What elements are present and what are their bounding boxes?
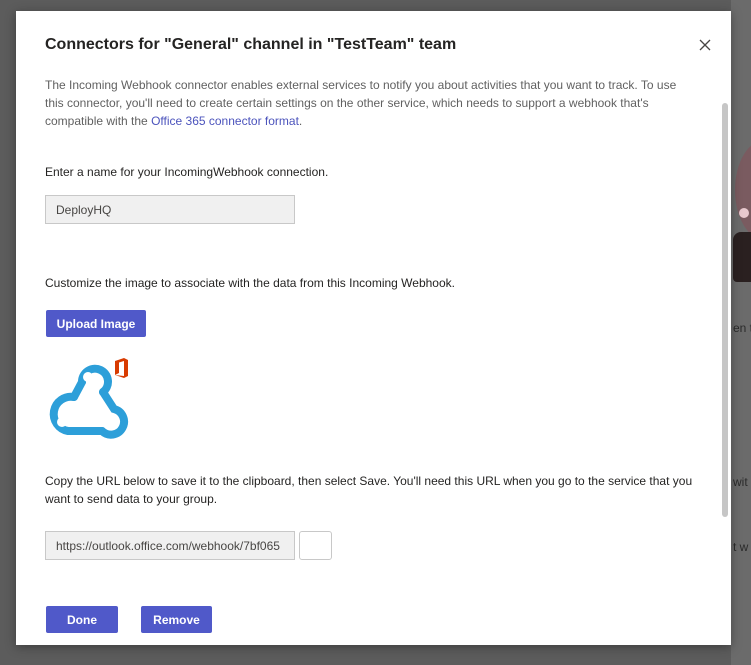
background-text-3: t w xyxy=(733,540,749,554)
copy-url-button[interactable] xyxy=(299,531,332,560)
intro-text: The Incoming Webhook connector enables e… xyxy=(45,78,677,128)
background-text-1: en t xyxy=(733,321,751,335)
background-figure xyxy=(733,232,751,282)
connector-format-link[interactable]: Office 365 connector format xyxy=(151,114,299,128)
intro-paragraph: The Incoming Webhook connector enables e… xyxy=(45,76,695,130)
intro-end: . xyxy=(298,114,303,128)
close-icon xyxy=(699,39,711,51)
upload-image-button[interactable]: Upload Image xyxy=(46,310,146,337)
background-circle xyxy=(735,140,751,240)
background-dot xyxy=(739,208,749,218)
close-button[interactable] xyxy=(695,35,715,55)
url-label: Copy the URL below to save it to the cli… xyxy=(45,474,693,506)
background-text-2: wit xyxy=(733,475,748,489)
image-label: Customize the image to associate with th… xyxy=(45,276,455,290)
connector-dialog: Connectors for "General" channel in "Tes… xyxy=(16,11,731,645)
dialog-title: Connectors for "General" channel in "Tes… xyxy=(45,36,457,53)
dialog-scrollbar[interactable] xyxy=(722,103,728,517)
remove-button[interactable]: Remove xyxy=(141,606,212,633)
done-button[interactable]: Done xyxy=(46,606,118,633)
connection-name-input[interactable] xyxy=(45,195,295,224)
name-label: Enter a name for your IncomingWebhook co… xyxy=(45,165,329,179)
background-illustration xyxy=(731,120,751,290)
webhook-url-input[interactable] xyxy=(45,531,295,560)
webhook-office-logo-icon xyxy=(49,358,129,439)
